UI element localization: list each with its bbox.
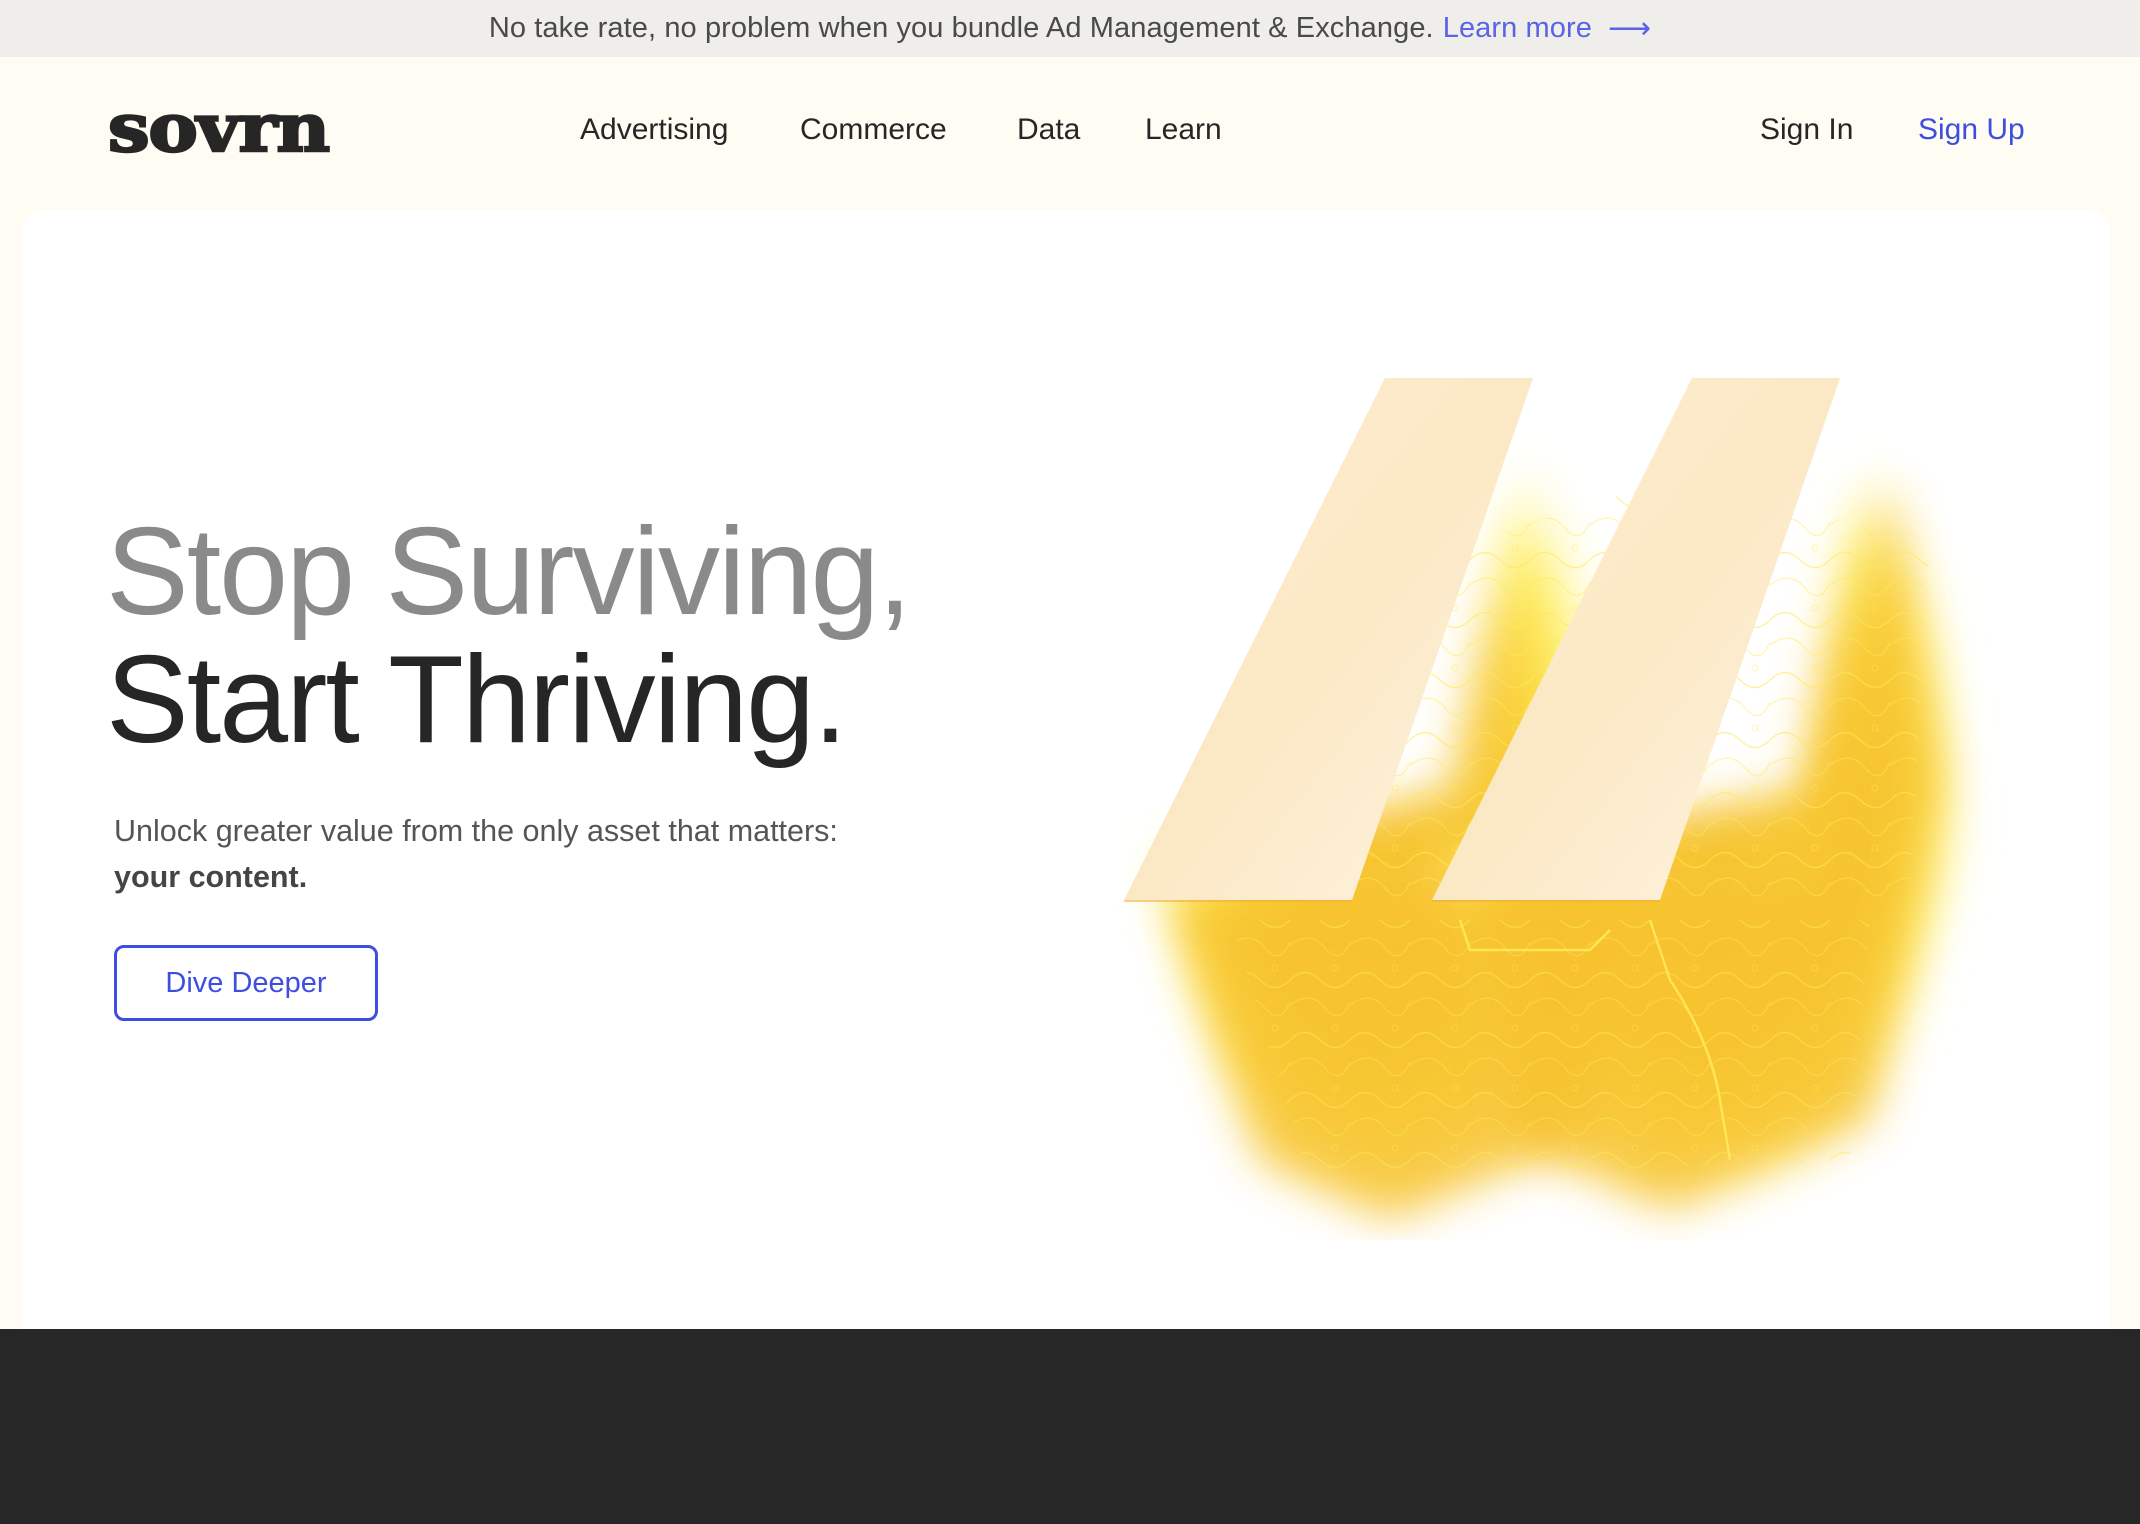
announcement-bar: No take rate, no problem when you bundle… <box>0 0 2140 57</box>
sovrn-logo[interactable]: sovrn <box>107 94 332 163</box>
dive-deeper-button[interactable]: Dive Deeper <box>114 945 378 1021</box>
nav-advertising[interactable]: Advertising <box>580 112 728 148</box>
hero-title-line-2: Start Thriving. <box>106 631 848 769</box>
nav-learn[interactable]: Learn <box>1145 112 1222 148</box>
sign-in-link[interactable]: Sign In <box>1760 112 1853 148</box>
dark-section <box>0 1329 2140 1524</box>
hero-subtitle: Unlock greater value from the only asset… <box>114 808 838 900</box>
hero-subtitle-bold: your content. <box>114 860 308 894</box>
arrow-right-icon[interactable]: ⟶ <box>1608 11 1651 46</box>
announcement-text: No take rate, no problem when you bundle… <box>488 12 1434 44</box>
sign-up-link[interactable]: Sign Up <box>1918 112 2025 148</box>
nav-data[interactable]: Data <box>1017 112 1080 148</box>
site-header: sovrn Advertising Commerce Data Learn Si… <box>0 57 2140 210</box>
double-slash-glow-graphic <box>1124 378 1960 1220</box>
nav-commerce[interactable]: Commerce <box>800 112 947 148</box>
hero-subtitle-text: Unlock greater value from the only asset… <box>114 814 838 848</box>
learn-more-link[interactable]: Learn more <box>1443 12 1592 45</box>
hero-title-line-1: Stop Surviving, <box>106 503 912 641</box>
